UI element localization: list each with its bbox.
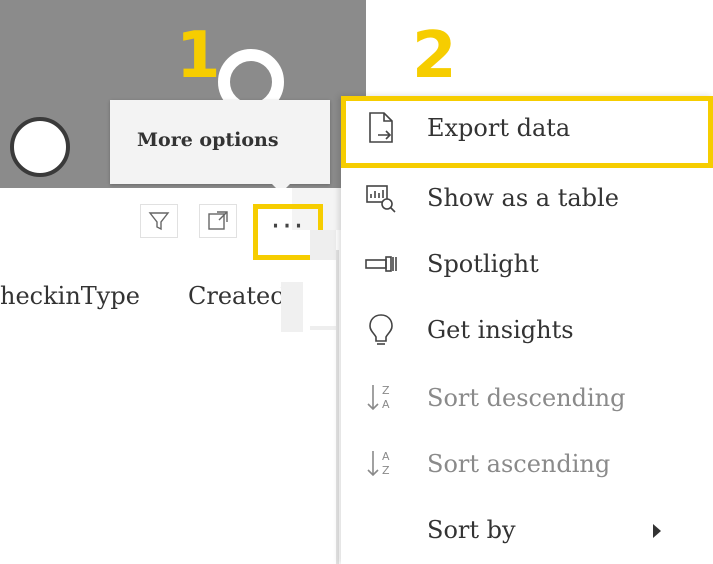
svg-text:Z: Z <box>382 384 390 397</box>
menu-item-sort-descending[interactable]: Z A Sort descending <box>341 370 713 430</box>
more-options-tooltip: More options <box>110 100 330 184</box>
menu-item-label: Spotlight <box>427 250 539 278</box>
menu-item-sort-ascending[interactable]: A Z Sort ascending <box>341 436 713 496</box>
menu-item-label: Show as a table <box>427 184 619 212</box>
menu-item-label: Sort descending <box>427 384 626 412</box>
menu-item-show-as-table[interactable]: Show as a table <box>341 170 713 230</box>
more-options-menu: Export data Show as a table Spotlight Ge… <box>341 96 713 564</box>
menu-item-label: Get insights <box>427 316 574 344</box>
sort-ascending-icon: A Z <box>363 444 399 484</box>
visual-circle-shape <box>10 117 70 177</box>
step-2-annotation: 2 <box>412 19 457 93</box>
svg-text:A: A <box>382 398 390 411</box>
more-options-icon: ··· <box>270 209 306 244</box>
menu-item-label: Export data <box>427 114 571 142</box>
show-as-table-icon <box>363 178 399 218</box>
menu-item-label: Sort ascending <box>427 450 611 478</box>
svg-text:Z: Z <box>382 464 390 477</box>
menu-item-export-data[interactable]: Export data <box>341 100 713 160</box>
filter-button[interactable] <box>140 204 178 238</box>
focus-mode-button[interactable] <box>199 204 237 238</box>
sort-descending-icon: Z A <box>363 378 399 418</box>
chevron-right-icon <box>653 524 661 538</box>
svg-text:A: A <box>382 450 390 463</box>
menu-item-spotlight[interactable]: Spotlight <box>341 236 713 296</box>
focus-mode-icon <box>208 211 228 230</box>
filter-icon <box>148 212 170 231</box>
spotlight-icon <box>363 244 399 284</box>
column-header-checkintype[interactable]: heckinType <box>0 282 140 310</box>
tooltip-label: More options <box>137 129 279 151</box>
menu-item-get-insights[interactable]: Get insights <box>341 302 713 362</box>
column-header-created[interactable]: Createc <box>188 282 284 310</box>
table-scrollbar[interactable] <box>281 282 303 332</box>
menu-item-sort-by[interactable]: Sort by <box>341 502 713 562</box>
menu-item-label: Sort by <box>427 516 516 544</box>
lightbulb-icon <box>363 310 399 350</box>
export-data-icon <box>363 108 399 148</box>
menu-edge <box>336 250 339 564</box>
step-1-annotation: 1 <box>176 19 221 93</box>
